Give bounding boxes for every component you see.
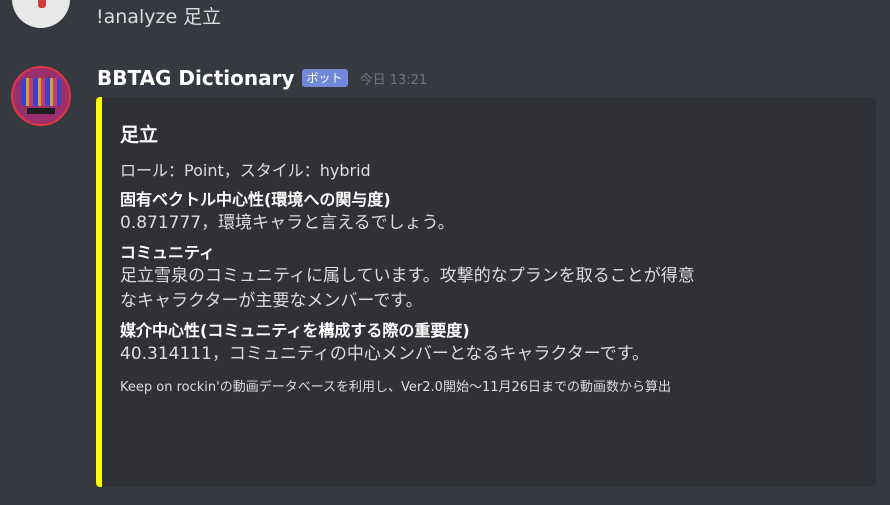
embed-body: 足立 ロール：Point，スタイル：hybrid 固有ベクトル中心性(環境への関… <box>120 121 860 397</box>
field-name: 媒介中心性(コミュニティを構成する際の重要度) <box>120 321 470 340</box>
timestamp[interactable]: 今日 13:21 <box>360 69 428 88</box>
embed: 足立 ロール：Point，スタイル：hybrid 固有ベクトル中心性(環境への関… <box>96 97 876 487</box>
embed-field-eigenvector: 固有ベクトル中心性(環境への関与度) 0.871777，環境キャラと言えるでしょ… <box>120 189 860 236</box>
author-name[interactable]: BBTAG Dictionary <box>97 66 295 90</box>
avatar-detail <box>38 0 46 8</box>
embed-accent-bar <box>96 97 102 487</box>
field-name: 固有ベクトル中心性(環境への関与度) <box>120 190 391 209</box>
bot-message: BBTAG Dictionary ボット 今日 13:21 足立 ロール：Poi… <box>0 60 890 505</box>
bot-avatar[interactable] <box>11 66 71 126</box>
field-name: コミュニティ <box>120 243 216 262</box>
embed-footer: Keep on rockin'の動画データベースを利用し、Ver2.0開始～11… <box>120 380 672 395</box>
field-value: 40.314111，コミュニティの中心メンバーとなるキャラクターです。 <box>120 344 649 364</box>
bot-badge: ボット <box>301 69 348 87</box>
message-header: BBTAG Dictionary ボット 今日 13:21 <box>97 65 427 91</box>
field-value: 0.871777，環境キャラと言えるでしょう。 <box>120 213 455 233</box>
user-avatar[interactable] <box>12 0 70 28</box>
embed-description: ロール：Point，スタイル：hybrid <box>120 161 371 180</box>
embed-title: 足立 <box>120 124 159 146</box>
field-value-line1: 足立雪泉のコミュニティに属しています。攻撃的なプランを取ることが得意 <box>120 266 695 286</box>
field-value-line2: なキャラクターが主要なメンバーです。 <box>120 291 423 311</box>
embed-field-betweenness: 媒介中心性(コミュニティを構成する際の重要度) 40.314111，コミュニティ… <box>120 320 860 367</box>
avatar-rim <box>11 66 71 126</box>
previous-message: !analyze 足立 <box>0 0 890 40</box>
embed-field-community: コミュニティ 足立雪泉のコミュニティに属しています。攻撃的なプランを取ることが得… <box>120 242 860 314</box>
message-content: !analyze 足立 <box>96 6 222 28</box>
